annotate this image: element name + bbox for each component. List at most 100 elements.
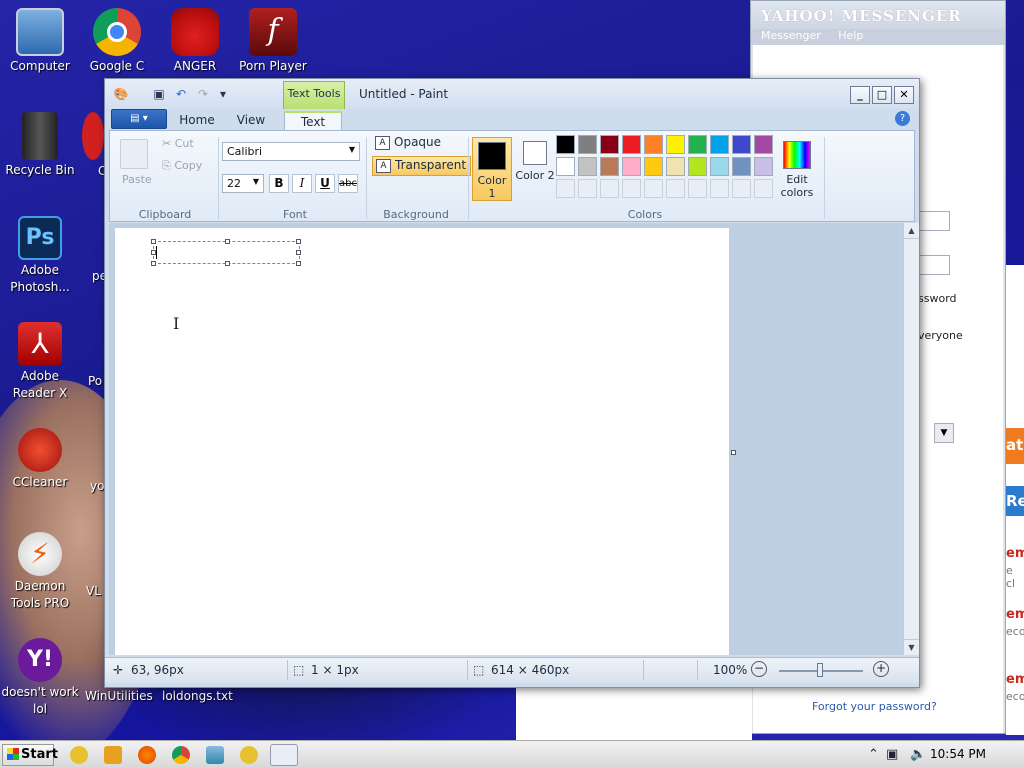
resize-handle[interactable]: [225, 239, 230, 244]
palette-swatch[interactable]: [600, 157, 619, 176]
scroll-down-icon[interactable]: ▼: [904, 639, 919, 655]
bold-button[interactable]: B: [269, 174, 289, 193]
drawing-canvas[interactable]: I: [115, 228, 729, 655]
palette-swatch[interactable]: [600, 135, 619, 154]
palette-swatch[interactable]: [556, 135, 575, 154]
palette-swatch[interactable]: [710, 135, 729, 154]
palette-swatch[interactable]: [732, 157, 751, 176]
palette-swatch[interactable]: [622, 157, 641, 176]
resize-handle[interactable]: [296, 250, 301, 255]
forgot-password-link[interactable]: Forgot your password?: [812, 700, 937, 713]
palette-swatch[interactable]: [666, 157, 685, 176]
edit-colors-button[interactable]: Edit colors: [774, 137, 820, 201]
zoom-in-button[interactable]: +: [873, 661, 889, 677]
network-icon[interactable]: ▣: [886, 747, 898, 762]
palette-swatch[interactable]: [578, 157, 597, 176]
strikethrough-button[interactable]: abc: [338, 174, 358, 193]
help-icon[interactable]: ?: [895, 111, 910, 126]
underline-button[interactable]: U: [315, 174, 335, 193]
opaque-option[interactable]: A Opaque: [372, 134, 445, 154]
explorer-icon[interactable]: [206, 746, 224, 764]
desktop-icon-ccleaner[interactable]: CCleaner: [0, 428, 80, 491]
palette-swatch[interactable]: [754, 135, 773, 154]
paste-button[interactable]: Paste: [122, 173, 152, 186]
palette-swatch[interactable]: [688, 135, 707, 154]
messenger-taskbar-icon[interactable]: [70, 746, 88, 764]
custom-color-slot[interactable]: [710, 179, 729, 198]
messenger-dropdown[interactable]: ▼: [934, 423, 954, 443]
resize-handle[interactable]: [225, 261, 230, 266]
chrome-taskbar-icon[interactable]: [172, 746, 190, 764]
tab-home[interactable]: Home: [171, 111, 223, 131]
zoom-slider-thumb[interactable]: [817, 663, 823, 677]
desktop-icon-daemon-tools[interactable]: ⚡ Daemon Tools PRO: [0, 532, 80, 612]
palette-swatch[interactable]: [622, 135, 641, 154]
resize-handle[interactable]: [296, 239, 301, 244]
palette-swatch[interactable]: [754, 157, 773, 176]
palette-swatch[interactable]: [644, 157, 663, 176]
cut-button[interactable]: ✂ Cut: [162, 137, 194, 150]
save-icon[interactable]: ▣: [151, 86, 167, 102]
start-button[interactable]: Start: [2, 744, 58, 766]
resize-handle[interactable]: [151, 239, 156, 244]
desktop-icon-anger[interactable]: ANGER: [155, 8, 235, 75]
color1-button[interactable]: Color 1: [472, 137, 512, 201]
resize-handle[interactable]: [151, 261, 156, 266]
font-size-select[interactable]: 22 ▼: [222, 174, 264, 193]
custom-color-slot[interactable]: [600, 179, 619, 198]
menu-help[interactable]: Help: [838, 29, 863, 42]
messenger-password-field[interactable]: [916, 255, 950, 275]
tab-text[interactable]: Text: [284, 111, 342, 131]
menu-messenger[interactable]: Messenger: [761, 29, 821, 42]
red-link-1[interactable]: em: [1006, 546, 1024, 561]
maximize-button[interactable]: □: [872, 86, 892, 104]
desktop-icon-porn-player[interactable]: f Porn Player: [233, 8, 313, 75]
scroll-up-icon[interactable]: ▲: [904, 223, 919, 239]
custom-color-slot[interactable]: [578, 179, 597, 198]
desktop-icon-partial[interactable]: C: [82, 112, 106, 178]
custom-color-slot[interactable]: [732, 179, 751, 198]
palette-swatch[interactable]: [556, 157, 575, 176]
custom-color-slot[interactable]: [622, 179, 641, 198]
text-input-box[interactable]: [151, 239, 301, 266]
palette-swatch[interactable]: [710, 157, 729, 176]
desktop-icon-photoshop[interactable]: Ps Adobe Photosh...: [0, 216, 80, 296]
canvas-resize-handle[interactable]: [731, 450, 736, 455]
clock[interactable]: 10:54 PM: [930, 747, 986, 761]
desktop-icon-computer[interactable]: Computer: [0, 8, 80, 75]
red-link-2[interactable]: em: [1006, 607, 1024, 622]
custom-color-slot[interactable]: [666, 179, 685, 198]
desktop-icon-recycle-bin[interactable]: Recycle Bin: [0, 112, 80, 179]
paint-app-icon[interactable]: 🎨: [113, 86, 129, 102]
custom-color-slot[interactable]: [644, 179, 663, 198]
palette-swatch[interactable]: [732, 135, 751, 154]
tab-view[interactable]: View: [227, 111, 275, 131]
italic-button[interactable]: I: [292, 174, 312, 193]
title-bar[interactable]: 🎨 ▣ ↶ ↷ ▾ Text Tools Untitled - Paint _ …: [105, 79, 919, 109]
custom-color-slot[interactable]: [754, 179, 773, 198]
desktop-icon-yahoo[interactable]: Y! doesn't work lol: [0, 638, 80, 718]
custom-color-slot[interactable]: [556, 179, 575, 198]
font-family-select[interactable]: Calibri ▼: [222, 142, 360, 161]
paste-icon[interactable]: [120, 139, 148, 169]
show-hidden-icons[interactable]: ⌃: [868, 747, 879, 762]
minimize-button[interactable]: _: [850, 86, 870, 104]
vertical-scrollbar[interactable]: ▲ ▼: [903, 223, 919, 655]
copy-button[interactable]: ⎘ Copy: [162, 159, 202, 173]
paint-menu-button[interactable]: ▤ ▾: [111, 109, 167, 129]
undo-icon[interactable]: ↶: [173, 86, 189, 102]
resize-handle[interactable]: [296, 261, 301, 266]
messenger-id-field[interactable]: [916, 211, 950, 231]
media-player-icon[interactable]: [104, 746, 122, 764]
color2-button[interactable]: Color 2: [515, 137, 555, 201]
palette-swatch[interactable]: [644, 135, 663, 154]
zoom-out-button[interactable]: −: [751, 661, 767, 677]
palette-swatch[interactable]: [578, 135, 597, 154]
paint-taskbar-button[interactable]: [270, 744, 298, 766]
firefox-icon[interactable]: [138, 746, 156, 764]
palette-swatch[interactable]: [666, 135, 685, 154]
customize-toolbar-icon[interactable]: ▾: [215, 86, 231, 102]
redo-icon[interactable]: ↷: [195, 86, 211, 102]
palette-swatch[interactable]: [688, 157, 707, 176]
transparent-option[interactable]: A Transparent: [372, 156, 472, 176]
